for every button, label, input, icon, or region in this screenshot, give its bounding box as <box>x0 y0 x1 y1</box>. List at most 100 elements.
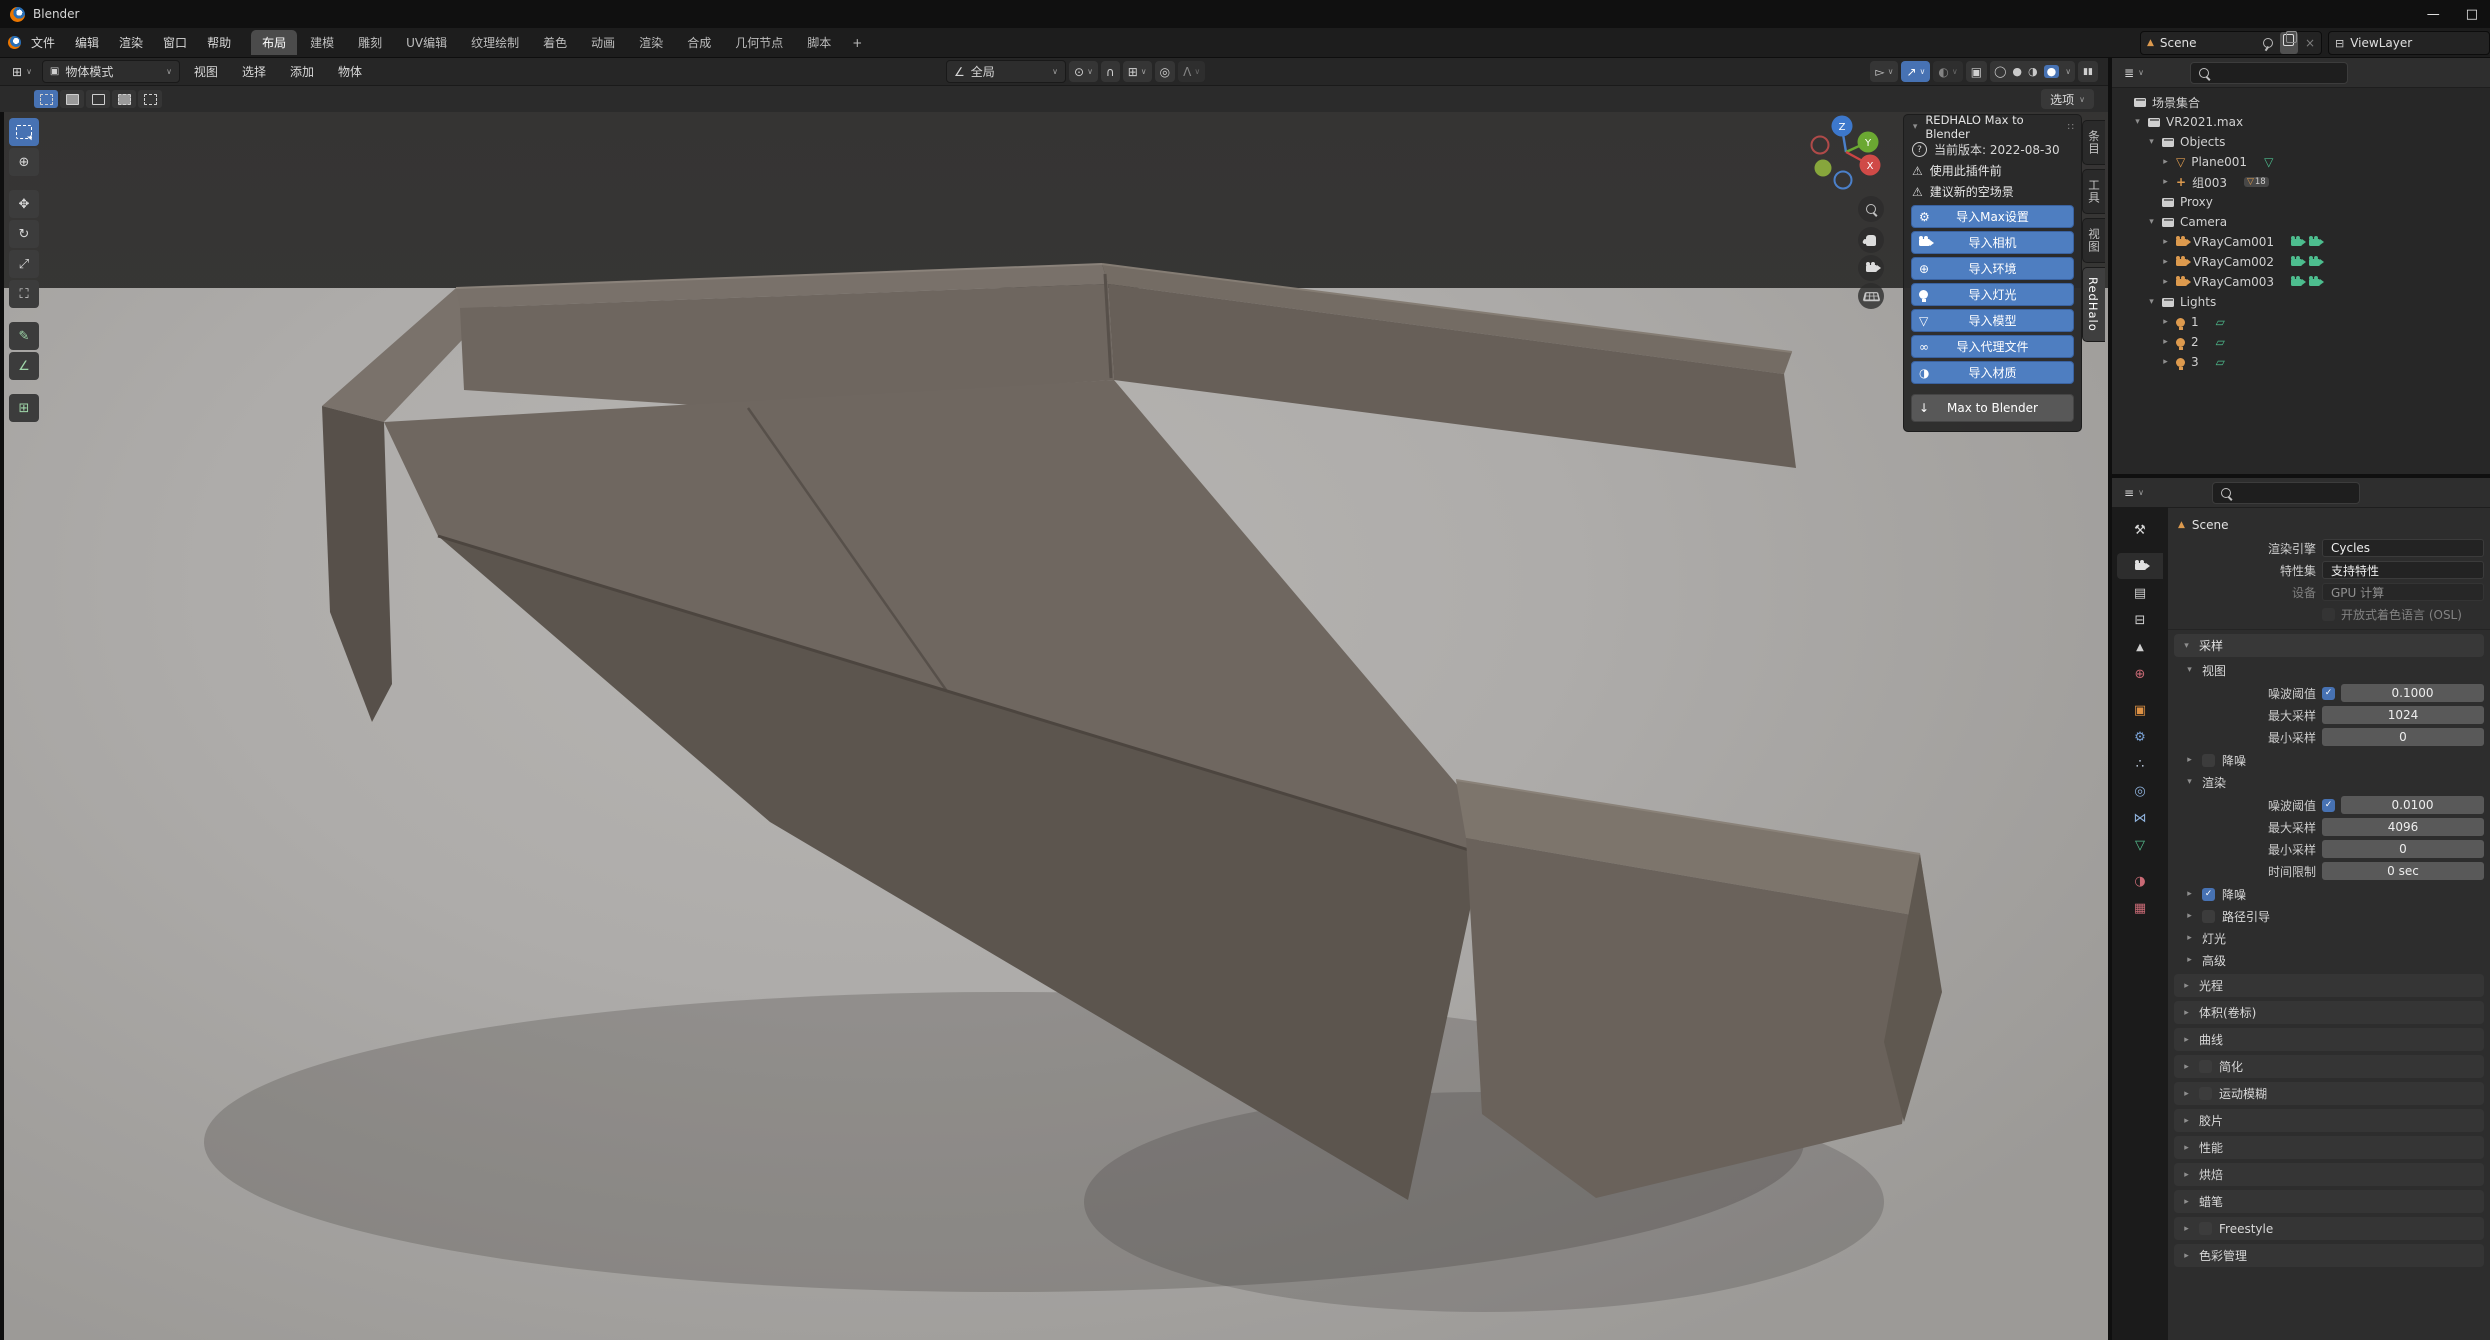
render-max-samples-field[interactable]: 4096 <box>2322 818 2484 836</box>
tab-output[interactable]: ▤ <box>2120 580 2160 606</box>
select-mode-invert-button[interactable] <box>112 90 136 108</box>
outliner-row-plane001[interactable]: ▸ ▽ Plane001 ▽ <box>2118 152 2490 172</box>
outliner-row-vraycam003[interactable]: ▸ VRayCam003 <box>2118 272 2490 292</box>
tab-material[interactable]: ◑ <box>2120 868 2160 894</box>
render-min-samples-field[interactable]: 0 <box>2322 840 2484 858</box>
menu-select[interactable]: 选择 <box>232 60 276 83</box>
add-cube-tool[interactable]: ⊞ <box>9 394 39 422</box>
tab-texture-paint[interactable]: 纹理绘制 <box>460 30 530 55</box>
import-max-settings-button[interactable]: ⚙ 导入Max设置 <box>1911 205 2074 228</box>
featureset-dropdown[interactable]: 支持特性 <box>2322 561 2484 579</box>
pause-render-button[interactable]: ▮▮ <box>2078 61 2098 82</box>
outliner-search-input[interactable] <box>2189 61 2348 84</box>
import-proxy-button[interactable]: ∞ 导入代理文件 <box>1911 335 2074 358</box>
max-to-blender-button[interactable]: ↓ Max to Blender <box>1911 394 2074 422</box>
blender-menu-icon[interactable] <box>8 36 21 49</box>
proportional-falloff-dropdown[interactable]: Λ ∨ <box>1178 61 1206 82</box>
delete-scene-button[interactable]: × <box>2305 36 2315 50</box>
menu-object[interactable]: 物体 <box>328 60 372 83</box>
noise-threshold-checkbox[interactable]: ✓ <box>2322 686 2335 700</box>
subpanel-advanced[interactable]: ▸ 高级 <box>2184 950 2484 970</box>
render-denoise-checkbox[interactable]: ✓ <box>2202 887 2215 901</box>
outliner-row-scene-collection[interactable]: 场景集合 <box>2118 92 2490 112</box>
gizmo-toggle[interactable]: ↗ ∨ <box>1901 61 1931 82</box>
tab-layout[interactable]: 布局 <box>251 30 298 55</box>
tab-object-data[interactable]: ▽ <box>2120 832 2160 858</box>
select-mode-extend-button[interactable] <box>60 90 84 108</box>
tab-sculpting[interactable]: 雕刻 <box>347 30 393 55</box>
rotate-tool[interactable]: ↻ <box>9 220 39 248</box>
section-volumes[interactable]: ▸ 体积(卷标) <box>2174 1001 2484 1024</box>
import-model-button[interactable]: ▽ 导入模型 <box>1911 309 2074 332</box>
shading-solid-button[interactable]: ● <box>2012 65 2022 78</box>
xray-toggle[interactable]: ▣ <box>1965 61 1988 82</box>
shading-rendered-button[interactable]: ● <box>2043 65 2060 78</box>
select-mode-new-button[interactable] <box>34 90 58 108</box>
section-film[interactable]: ▸ 胶片 <box>2174 1109 2484 1132</box>
section-freestyle[interactable]: ▸ Freestyle <box>2174 1217 2484 1240</box>
tab-texture[interactable]: ▦ <box>2120 895 2160 921</box>
section-curves[interactable]: ▸ 曲线 <box>2174 1028 2484 1051</box>
disclosure-icon[interactable]: ▸ <box>2160 237 2171 247</box>
outliner-row-light-3[interactable]: ▸ 3 ▱ <box>2118 352 2490 372</box>
disclosure-icon[interactable]: ▾ <box>2146 297 2157 307</box>
viewport-denoise-checkbox[interactable] <box>2202 753 2215 767</box>
section-color-management[interactable]: ▸ 色彩管理 <box>2174 1244 2484 1267</box>
menu-render[interactable]: 渲染 <box>109 31 153 54</box>
orthographic-button[interactable] <box>1858 283 1884 309</box>
engine-dropdown[interactable]: Cycles <box>2322 539 2484 557</box>
subpanel-viewport[interactable]: ▾ 视图 <box>2184 660 2484 680</box>
outliner-row-camera[interactable]: ▾ Camera <box>2118 212 2490 232</box>
tab-modeling[interactable]: 建模 <box>299 30 345 55</box>
maximize-button[interactable]: □ <box>2466 7 2478 22</box>
annotate-tool[interactable]: ✎ <box>9 322 39 350</box>
disclosure-icon[interactable]: ▸ <box>2160 277 2171 287</box>
snap-toggle[interactable]: ∩ <box>1100 61 1120 82</box>
select-mode-subtract-button[interactable] <box>86 90 110 108</box>
object-visibility-dropdown[interactable]: ▻ ∨ <box>1870 61 1899 82</box>
sidebar-tab-item[interactable]: 条目 <box>2082 120 2105 165</box>
disclosure-icon[interactable]: ▸ <box>2160 337 2171 347</box>
scene-selector[interactable]: ▲ Scene × <box>2140 30 2322 55</box>
select-mode-intersect-button[interactable] <box>138 90 162 108</box>
navigation-gizmo[interactable]: Z Y X <box>1790 112 1902 216</box>
tab-particles[interactable]: ∴ <box>2120 751 2160 777</box>
scale-tool[interactable]: ⤢ <box>9 250 39 278</box>
viewport-3d[interactable]: ⊕ ✥ ↻ ⤢ ⛶ ✎ ∠ ⊞ Z Y X <box>4 112 2108 1340</box>
shading-wireframe-button[interactable]: ◯ <box>1994 65 2006 78</box>
pin-icon[interactable] <box>2262 38 2273 48</box>
menu-file[interactable]: 文件 <box>21 31 65 54</box>
render-noise-field[interactable]: 0.0100 <box>2341 796 2484 814</box>
disclosure-icon[interactable]: ▾ <box>2146 217 2157 227</box>
import-light-button[interactable]: 导入灯光 <box>1911 283 2074 306</box>
drag-grip-icon[interactable]: ∷ <box>2068 122 2075 133</box>
outliner-row-group003[interactable]: ▸ + 组003 ▽ 18 <box>2118 172 2490 192</box>
disclosure-icon[interactable]: ▸ <box>2160 317 2171 327</box>
tab-uv-editing[interactable]: UV编辑 <box>395 30 458 55</box>
outliner-row-objects[interactable]: ▾ Objects <box>2118 132 2490 152</box>
zoom-button[interactable] <box>1858 196 1884 222</box>
viewport-min-samples-field[interactable]: 0 <box>2322 728 2484 746</box>
shading-material-button[interactable]: ◑ <box>2028 65 2038 78</box>
pivot-point-dropdown[interactable]: ⊙ ∨ <box>1069 61 1098 82</box>
outliner-row-lights[interactable]: ▾ Lights <box>2118 292 2490 312</box>
collapse-icon[interactable]: ▾ <box>1910 122 1920 132</box>
import-material-button[interactable]: ◑ 导入材质 <box>1911 361 2074 384</box>
section-light-paths[interactable]: ▸ 光程 <box>2174 974 2484 997</box>
pan-button[interactable] <box>1858 227 1884 253</box>
move-tool[interactable]: ✥ <box>9 190 39 218</box>
new-scene-button[interactable] <box>2279 30 2298 54</box>
subpanel-path-guiding[interactable]: ▸ 路径引导 <box>2184 906 2484 926</box>
section-grease-pencil[interactable]: ▸ 蜡笔 <box>2174 1190 2484 1213</box>
subpanel-render-denoise[interactable]: ▸ ✓ 降噪 <box>2184 884 2484 904</box>
path-guiding-checkbox[interactable] <box>2202 909 2215 923</box>
motion-blur-checkbox[interactable] <box>2199 1087 2212 1100</box>
editor-type-button[interactable]: ⊞ ∨ <box>6 62 38 82</box>
section-bake[interactable]: ▸ 烘焙 <box>2174 1163 2484 1186</box>
section-performance[interactable]: ▸ 性能 <box>2174 1136 2484 1159</box>
tab-compositing[interactable]: 合成 <box>676 30 722 55</box>
outliner-row-vr2021[interactable]: ▾ VR2021.max <box>2118 112 2490 132</box>
minimize-button[interactable]: — <box>2427 7 2440 22</box>
menu-window[interactable]: 窗口 <box>153 31 197 54</box>
sidebar-tab-redhalo[interactable]: RedHalo <box>2082 267 2105 342</box>
